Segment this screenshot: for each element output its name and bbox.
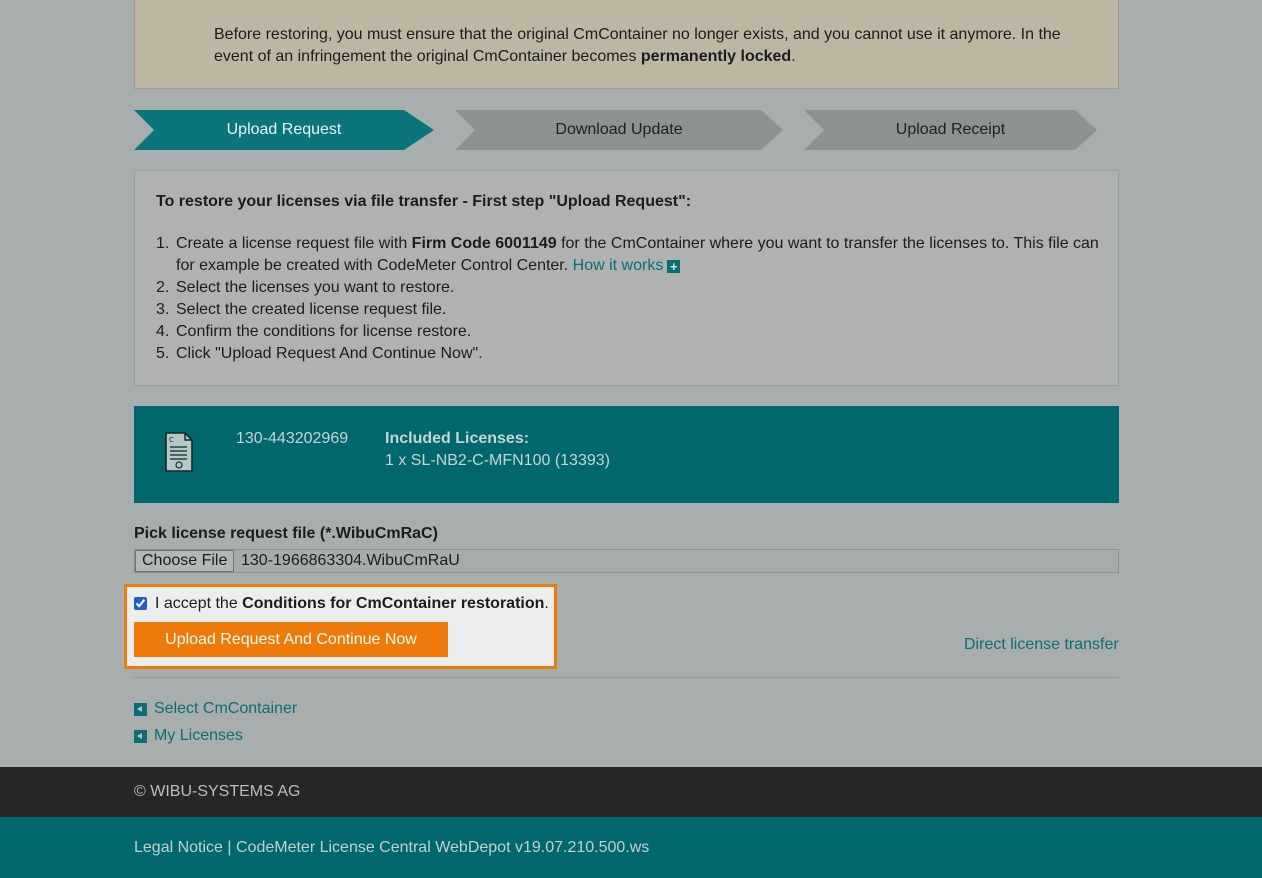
step-download-update: Download Update: [455, 110, 783, 150]
footer-copyright: © WIBU-SYSTEMS AG: [0, 767, 1262, 817]
restore-warning-box: Before restoring, you must ensure that t…: [134, 0, 1119, 89]
included-licenses-label: Included Licenses:: [385, 430, 530, 447]
choose-file-button[interactable]: Choose File: [135, 550, 235, 572]
legal-notice-link[interactable]: Legal Notice | CodeMeter License Central…: [134, 839, 649, 857]
plus-icon[interactable]: +: [667, 260, 681, 273]
upload-request-continue-button[interactable]: Upload Request And Continue Now: [134, 622, 448, 657]
list-item: 3. Select the created license request fil…: [156, 301, 447, 318]
select-cmcontainer-link[interactable]: Select CmContainer: [134, 700, 297, 718]
list-item: 1. Create a license request file with Fi…: [156, 235, 1099, 274]
list-item: 4. Confirm the conditions for license res…: [156, 323, 472, 340]
arrow-left-icon: [134, 729, 147, 743]
restore-warning-text: Before restoring, you must ensure that t…: [214, 26, 1061, 65]
svg-text:C: C: [169, 436, 174, 444]
license-certificate-icon: C: [165, 432, 193, 472]
divider: [134, 677, 1119, 678]
my-licenses-link[interactable]: My Licenses: [134, 727, 243, 745]
container-serial: 130-443202969: [236, 430, 349, 447]
instructions-list: 1. Create a license request file with Fi…: [156, 233, 1101, 365]
accept-conditions-checkbox[interactable]: [134, 597, 147, 610]
how-it-works-link[interactable]: How it works: [573, 257, 664, 274]
step-upload-receipt: Upload Receipt: [804, 110, 1097, 150]
progress-steps: Upload Request Download Update Upload Re…: [134, 110, 1098, 150]
instructions-panel: To restore your licenses via file transf…: [134, 170, 1119, 386]
list-item: 5. Click "Upload Request And Continue Now…: [156, 345, 483, 362]
included-licenses-value: 1 x SL-NB2-C-MFN100 (13393): [385, 452, 610, 469]
cmcontainer-row[interactable]: C 130-443202969 Included Licenses: 1 x S…: [134, 406, 1119, 503]
selected-file-name: 130-1966863304.WibuCmRaU: [241, 552, 460, 569]
step-upload-request: Upload Request: [134, 110, 434, 150]
list-item: 2. Select the licenses you want to restor…: [156, 279, 455, 296]
accept-conditions-box: I accept the Conditions for CmContainer …: [124, 584, 557, 669]
pick-file-label: Pick license request file (*.WibuCmRaC): [134, 525, 438, 542]
arrow-left-icon: [134, 702, 147, 716]
accept-conditions-label[interactable]: I accept the Conditions for CmContainer …: [155, 595, 549, 613]
file-input[interactable]: Choose File 130-1966863304.WibuCmRaU: [134, 549, 1119, 573]
footer-legal: Legal Notice | CodeMeter License Central…: [0, 817, 1262, 878]
direct-license-transfer-link[interactable]: Direct license transfer: [964, 636, 1119, 654]
instructions-title: To restore your licenses via file transf…: [156, 193, 692, 210]
